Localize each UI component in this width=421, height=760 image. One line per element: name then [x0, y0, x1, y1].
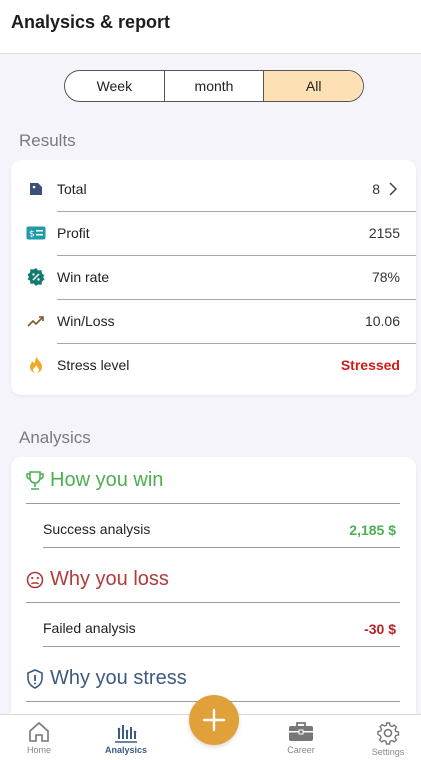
how-you-win-title: How you win [50, 469, 164, 491]
why-you-stress-header[interactable]: Why you stress [26, 667, 187, 690]
bookmark-tag-icon [25, 178, 47, 200]
gear-icon [377, 722, 400, 745]
result-label: Total [57, 181, 87, 197]
success-analysis-label: Success analysis [43, 521, 151, 537]
success-analysis-value: 2,185 $ [349, 522, 396, 538]
bar-chart-icon [115, 725, 137, 743]
result-row-total[interactable]: Total 8 [11, 167, 416, 211]
divider [26, 503, 400, 504]
result-row-profit: $ Profit 2155 [11, 211, 416, 255]
trophy-icon [26, 470, 44, 490]
results-section-label: Results [19, 131, 76, 150]
nav-home[interactable]: Home [4, 721, 74, 755]
money-bill-icon: $ [25, 222, 47, 244]
divider [43, 646, 400, 647]
failed-analysis-label: Failed analysis [43, 620, 136, 636]
result-row-stress-level: Stress level Stressed [11, 343, 416, 387]
result-value: 2155 [368, 225, 400, 241]
result-label: Stress level [57, 357, 130, 373]
tab-all[interactable]: All [264, 71, 363, 101]
why-you-stress-title: Why you stress [50, 667, 187, 689]
add-button[interactable] [189, 695, 239, 745]
result-value: 78% [371, 269, 400, 285]
how-you-win-header[interactable]: How you win [26, 469, 163, 492]
svg-text:$: $ [29, 230, 35, 240]
why-you-loss-header[interactable]: Why you loss [26, 568, 169, 591]
result-value: 10.06 [364, 313, 400, 329]
tab-week[interactable]: Week [65, 71, 165, 101]
chevron-right-icon [389, 182, 398, 196]
home-icon [29, 721, 49, 742]
trend-up-icon [25, 310, 47, 332]
results-card: Total 8 $ Profit 2155 Win rate 78% Win/L… [11, 160, 416, 395]
nav-analytics[interactable]: Analysics [91, 721, 161, 755]
briefcase-icon [289, 722, 313, 741]
analytics-card: How you win Success analysis 2,185 $ Why… [11, 457, 416, 727]
period-tabs: Week month All [64, 70, 364, 102]
divider [26, 602, 400, 603]
plus-icon [202, 708, 226, 732]
result-label: Profit [57, 225, 90, 241]
shield-alert-icon [27, 668, 43, 689]
page-title: Analysics & report [11, 12, 171, 32]
nav-label: Career [287, 745, 315, 755]
result-value: 8 [372, 181, 380, 197]
divider [43, 547, 400, 548]
result-row-win-rate: Win rate 78% [11, 255, 416, 299]
stress-status-value: Stressed [340, 357, 400, 373]
result-label: Win/Loss [57, 313, 115, 329]
sad-face-icon [26, 571, 44, 588]
nav-label: Settings [371, 747, 405, 757]
tab-month[interactable]: month [165, 71, 265, 101]
result-label: Win rate [57, 269, 110, 285]
nav-settings[interactable]: Settings [353, 721, 421, 757]
flame-icon [25, 354, 47, 376]
percent-badge-icon [25, 266, 47, 288]
nav-label: Analysics [104, 745, 148, 755]
why-you-loss-title: Why you loss [50, 568, 169, 590]
result-row-win-loss: Win/Loss 10.06 [11, 299, 416, 343]
analytics-section-label: Analysics [19, 428, 91, 447]
nav-career[interactable]: Career [266, 721, 336, 755]
nav-label: Home [26, 745, 51, 755]
app-header: Analysics & report [0, 0, 421, 54]
failed-analysis-value: -30 $ [364, 621, 396, 637]
